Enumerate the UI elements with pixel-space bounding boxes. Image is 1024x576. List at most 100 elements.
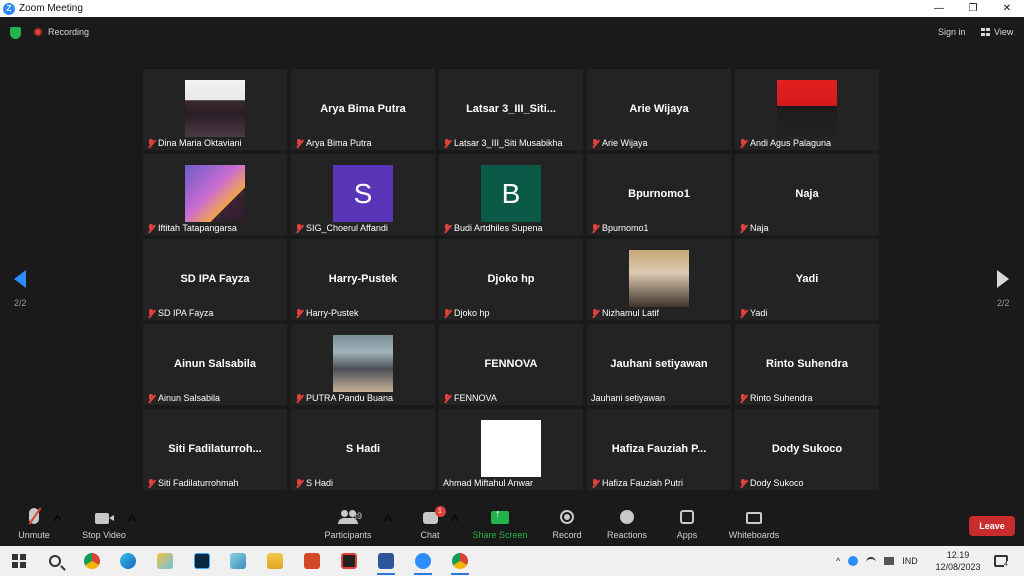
- participant-display-name: Dody Sukoco: [771, 443, 843, 455]
- muted-mic-icon: [443, 138, 451, 148]
- participant-tile[interactable]: Dody Sukoco Dody Sukoco: [735, 409, 879, 490]
- participant-name: Latsar 3_III_Siti Musabikha: [454, 138, 563, 148]
- record-button[interactable]: Record: [550, 500, 584, 546]
- taskbar-paint[interactable]: [154, 550, 176, 572]
- zoom-icon: [415, 553, 431, 569]
- participant-tile[interactable]: Dina Maria Oktaviani: [143, 69, 287, 150]
- muted-mic-icon: [443, 223, 451, 233]
- whiteboards-button[interactable]: Whiteboards: [726, 500, 782, 546]
- reactions-button[interactable]: Reactions: [606, 500, 648, 546]
- record-icon: [560, 510, 574, 524]
- participant-avatar: [185, 165, 245, 222]
- participant-tile[interactable]: S Hadi S Hadi: [291, 409, 435, 490]
- muted-mic-icon: [739, 393, 747, 403]
- taskbar-search-button[interactable]: [44, 550, 66, 572]
- participant-tile[interactable]: SD IPA Fayza SD IPA Fayza: [143, 239, 287, 320]
- participant-tile[interactable]: Djoko hp Djoko hp: [439, 239, 583, 320]
- leave-button[interactable]: Leave: [969, 516, 1015, 536]
- taskbar-zoom[interactable]: [412, 550, 434, 575]
- window-titlebar: Z Zoom Meeting — ❐ ✕: [0, 0, 1024, 17]
- participant-tile[interactable]: Jauhani setiyawan Jauhani setiyawan: [587, 324, 731, 405]
- unmute-button[interactable]: Unmute: [14, 500, 54, 546]
- muted-mic-icon: [147, 393, 155, 403]
- close-button[interactable]: ✕: [990, 0, 1024, 17]
- taskbar-chrome[interactable]: [81, 550, 103, 572]
- minimize-button[interactable]: —: [922, 0, 956, 17]
- taskbar-powerpoint[interactable]: [301, 550, 323, 572]
- start-button[interactable]: [8, 550, 30, 572]
- participant-name: Nizhamul Latif: [602, 308, 660, 318]
- participants-label: Participants: [324, 530, 372, 540]
- participant-name: Yadi: [750, 308, 768, 318]
- participant-tile[interactable]: Latsar 3_III_Siti... Latsar 3_III_Siti Mu…: [439, 69, 583, 150]
- participant-tile[interactable]: Arie Wijaya Arie Wijaya: [587, 69, 731, 150]
- whiteboards-label: Whiteboards: [728, 530, 780, 540]
- restore-button[interactable]: ❐: [956, 0, 990, 17]
- audio-options-caret[interactable]: ^: [54, 513, 62, 531]
- taskbar-chrome-2[interactable]: [449, 550, 471, 575]
- participant-tile[interactable]: Bpurnomo1 Bpurnomo1: [587, 154, 731, 235]
- previous-page-button[interactable]: 2/2: [14, 270, 28, 308]
- muted-mic-icon: [739, 223, 747, 233]
- muted-mic-icon: [147, 308, 155, 318]
- wifi-icon[interactable]: [866, 557, 877, 565]
- tray-overflow-chevron[interactable]: ^: [836, 556, 840, 566]
- meeting-controls-bar: Unmute ^ Stop Video ^ 39 Participants ^ …: [0, 500, 1024, 546]
- taskbar-recorder[interactable]: [338, 550, 360, 572]
- participant-name: Andi Agus Palaguna: [750, 138, 832, 148]
- participant-name-label: Arie Wijaya: [591, 138, 648, 148]
- recording-dot-icon: [33, 27, 43, 37]
- zoom-tray-icon[interactable]: [848, 556, 859, 566]
- apps-label: Apps: [676, 530, 698, 540]
- participant-name: Arie Wijaya: [602, 138, 648, 148]
- next-page-button[interactable]: 2/2: [997, 270, 1011, 308]
- speaker-icon[interactable]: [884, 557, 895, 565]
- participant-tile[interactable]: Ainun Salsabila Ainun Salsabila: [143, 324, 287, 405]
- participant-name: Jauhani setiyawan: [591, 393, 666, 403]
- participant-display-name: Arya Bima Putra: [320, 103, 406, 115]
- participant-tile[interactable]: Rinto Suhendra Rinto Suhendra: [735, 324, 879, 405]
- participant-tile[interactable]: Andi Agus Palaguna: [735, 69, 879, 150]
- chat-options-caret[interactable]: ^: [451, 513, 459, 531]
- participant-avatar: [333, 335, 393, 392]
- participant-tile[interactable]: Yadi Yadi: [735, 239, 879, 320]
- participant-tile[interactable]: Siti Fadilaturroh... Siti Fadilaturrohmah: [143, 409, 287, 490]
- participant-tile[interactable]: Hafiza Fauziah P... Hafiza Fauziah Putri: [587, 409, 731, 490]
- participant-name: Ainun Salsabila: [158, 393, 221, 403]
- taskbar-word[interactable]: [375, 550, 397, 575]
- notification-center-button[interactable]: 4: [990, 550, 1012, 572]
- participant-tile[interactable]: Naja Naja: [735, 154, 879, 235]
- participants-button[interactable]: 39 Participants: [322, 500, 374, 546]
- taskbar-edge[interactable]: [117, 550, 139, 572]
- recording-indicator[interactable]: Recording: [33, 27, 89, 37]
- participant-tile[interactable]: FENNOVA FENNOVA: [439, 324, 583, 405]
- sign-in-link[interactable]: Sign in: [938, 27, 966, 37]
- participant-tile[interactable]: S SIG_Choerul Affandi: [291, 154, 435, 235]
- participant-tile[interactable]: Harry-Pustek Harry-Pustek: [291, 239, 435, 320]
- taskbar-photoshop[interactable]: [191, 550, 213, 572]
- taskbar-clock[interactable]: 12.19 12/08/2023: [932, 549, 984, 573]
- share-screen-button[interactable]: Share Screen: [472, 500, 528, 546]
- video-options-caret[interactable]: ^: [128, 513, 136, 531]
- participant-display-name: Ainun Salsabila: [174, 358, 256, 370]
- chat-label: Chat: [420, 530, 440, 540]
- taskbar-notes[interactable]: [227, 550, 249, 572]
- muted-mic-icon: [591, 308, 599, 318]
- participant-tile[interactable]: Arya Bima Putra Arya Bima Putra: [291, 69, 435, 150]
- participants-options-caret[interactable]: ^: [384, 513, 392, 531]
- participant-tile[interactable]: B Budi Artdhiles Supena: [439, 154, 583, 235]
- view-button[interactable]: View: [981, 27, 1013, 37]
- security-shield-icon[interactable]: [10, 27, 21, 39]
- taskbar-file-explorer[interactable]: [264, 550, 286, 572]
- input-language[interactable]: IND: [902, 556, 918, 566]
- apps-button[interactable]: Apps: [674, 500, 700, 546]
- stop-video-button[interactable]: Stop Video: [80, 500, 128, 546]
- participant-tile[interactable]: Ahmad Miftahul Anwar: [439, 409, 583, 490]
- participant-tile[interactable]: Nizhamul Latif: [587, 239, 731, 320]
- chat-button[interactable]: 1 Chat: [414, 500, 446, 546]
- participant-tile[interactable]: PUTRA Pandu Buana: [291, 324, 435, 405]
- participant-name: Rinto Suhendra: [750, 393, 813, 403]
- stop-video-label: Stop Video: [82, 530, 126, 540]
- participant-tile[interactable]: Iftitah Tatapangarsa: [143, 154, 287, 235]
- participant-display-name: S Hadi: [345, 443, 381, 455]
